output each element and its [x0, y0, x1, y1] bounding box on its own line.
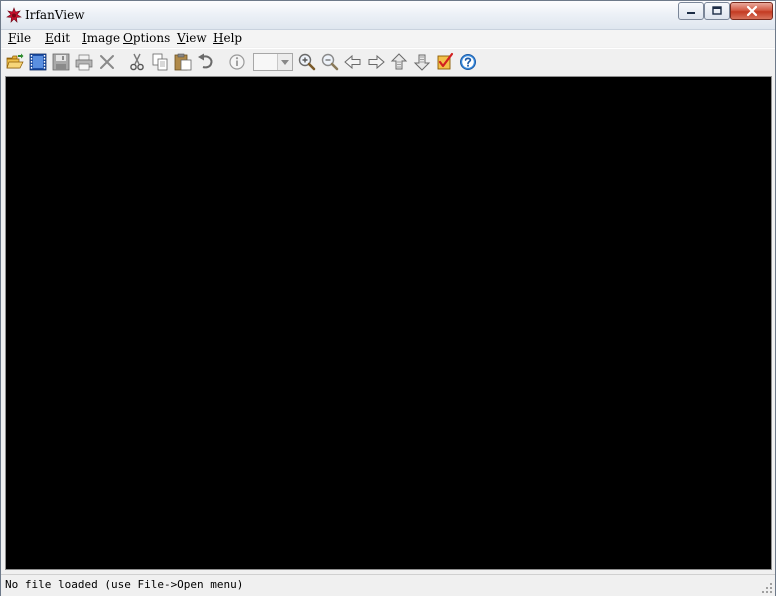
- previous-page-button[interactable]: [389, 52, 409, 72]
- zoom-out-button[interactable]: [320, 52, 340, 72]
- zoom-in-button[interactable]: [297, 52, 317, 72]
- info-button[interactable]: [227, 52, 247, 72]
- help-button[interactable]: [458, 52, 478, 72]
- irfanview-window: IrfanView File Edit Image Options View H…: [0, 0, 776, 596]
- paste-icon: [174, 53, 192, 71]
- print-icon: [75, 54, 93, 71]
- previous-button[interactable]: [343, 52, 363, 72]
- next-page-button[interactable]: [412, 52, 432, 72]
- copy-button[interactable]: [150, 52, 170, 72]
- title-bar[interactable]: IrfanView: [1, 1, 775, 30]
- save-button[interactable]: [51, 52, 71, 72]
- window-title: IrfanView: [25, 8, 85, 22]
- resize-grip-icon[interactable]: [761, 582, 773, 594]
- zoom-in-icon: [298, 53, 316, 71]
- status-bar: No file loaded (use File->Open menu): [1, 574, 775, 596]
- chevron-down-icon: [281, 60, 289, 65]
- menu-file[interactable]: File: [8, 31, 31, 45]
- image-viewer-area[interactable]: [5, 76, 772, 570]
- slideshow-button[interactable]: [28, 52, 48, 72]
- delete-button[interactable]: [97, 52, 117, 72]
- open-folder-icon: [6, 53, 24, 69]
- menu-options[interactable]: Options: [123, 31, 170, 45]
- next-page-icon: [413, 54, 431, 71]
- next-button[interactable]: [366, 52, 386, 72]
- minimize-icon: [687, 12, 695, 14]
- menu-bar: File Edit Image Options View Help: [1, 30, 775, 47]
- maximize-icon: [712, 6, 722, 15]
- maximize-button[interactable]: [704, 2, 730, 20]
- next-icon: [368, 54, 385, 70]
- save-icon: [52, 53, 70, 71]
- irfanview-logo-icon: [6, 7, 22, 23]
- paste-button[interactable]: [173, 52, 193, 72]
- delete-icon: [100, 55, 114, 69]
- status-text: No file loaded (use File->Open menu): [5, 578, 244, 591]
- info-icon: [229, 54, 245, 70]
- zoom-combo-dropdown[interactable]: [277, 54, 292, 70]
- copy-icon: [152, 53, 168, 71]
- close-icon: [746, 5, 757, 17]
- cut-icon: [130, 53, 144, 71]
- menu-edit[interactable]: Edit: [45, 31, 70, 45]
- slideshow-icon: [29, 53, 47, 71]
- zoom-combo[interactable]: [253, 53, 293, 71]
- open-button[interactable]: [5, 52, 25, 72]
- undo-button[interactable]: [196, 52, 216, 72]
- zoom-out-icon: [321, 53, 339, 71]
- undo-icon: [198, 53, 213, 69]
- menu-view[interactable]: View: [177, 31, 207, 45]
- minimize-button[interactable]: [678, 2, 704, 20]
- close-button[interactable]: [730, 2, 773, 20]
- previous-icon: [344, 54, 361, 70]
- cut-button[interactable]: [127, 52, 147, 72]
- previous-page-icon: [390, 53, 408, 70]
- toolbar: [1, 48, 775, 75]
- print-button[interactable]: [74, 52, 94, 72]
- thumbnails-icon: [437, 52, 454, 70]
- menu-image[interactable]: Image: [82, 31, 120, 45]
- thumbnails-button[interactable]: [435, 52, 455, 72]
- help-icon: [460, 54, 476, 70]
- menu-help[interactable]: Help: [213, 31, 242, 45]
